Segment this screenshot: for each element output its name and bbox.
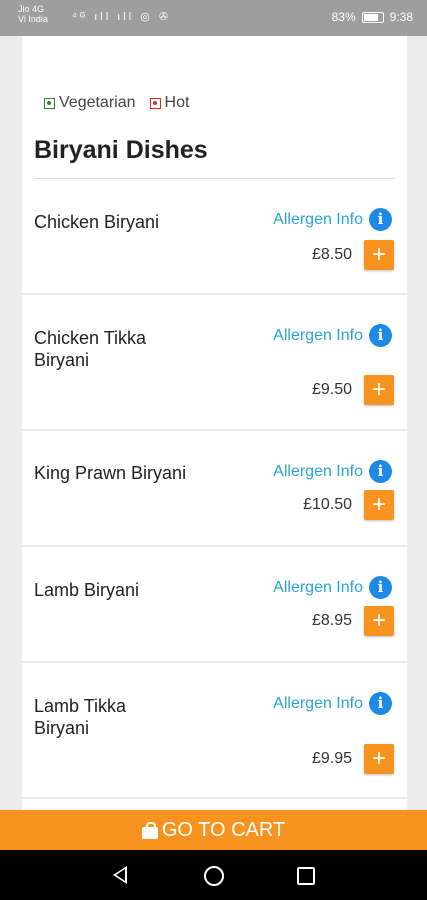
clock: 9:38	[389, 10, 413, 24]
system-nav-bar	[0, 850, 427, 900]
back-icon[interactable]	[113, 866, 127, 884]
carrier-info: Jio 4G Vi India	[18, 4, 48, 24]
battery-percent: 83%	[331, 10, 356, 24]
info-icon[interactable]: i	[369, 576, 392, 599]
add-to-cart-button[interactable]: +	[364, 375, 394, 405]
recents-icon[interactable]	[297, 867, 315, 885]
add-to-cart-button[interactable]: +	[364, 240, 394, 270]
go-to-cart-label[interactable]: GO TO CART	[162, 819, 285, 842]
info-icon[interactable]: i	[369, 324, 392, 347]
item-name: Lamb Biryani	[34, 580, 140, 600]
go-to-cart-button[interactable]: GO TO CART	[0, 810, 427, 850]
allergen-info-link[interactable]: Allergen Info i	[273, 460, 392, 483]
item-price: £9.50	[311, 381, 352, 398]
allergen-info-link[interactable]: Allergen Info i	[273, 208, 392, 231]
item-price: £8.95	[311, 612, 352, 629]
hot-label: Hot	[164, 94, 190, 111]
carrier-secondary: Vi India	[18, 14, 48, 24]
carrier-primary: Jio 4G	[18, 4, 45, 14]
add-to-cart-button[interactable]: +	[364, 744, 394, 774]
price-row: £9.95 +	[312, 744, 394, 774]
item-name: Chicken Tikka Biryani	[34, 328, 147, 370]
section-title: Biryani Dishes	[34, 136, 208, 164]
menu-card: Vegetarian Hot Biryani Dishes Chicken Bi…	[22, 36, 407, 816]
info-icon[interactable]: i	[369, 460, 392, 483]
price-row: £8.95 +	[312, 606, 394, 636]
menu-item: Lamb Biryani Allergen Info i £8.95 +	[22, 547, 407, 663]
item-name: Chicken Biryani	[34, 212, 160, 232]
legend-hot: Hot	[149, 94, 190, 112]
allergen-info-link[interactable]: Allergen Info i	[273, 576, 392, 599]
battery-icon	[361, 11, 384, 23]
menu-item: Chicken Tikka Biryani Allergen Info i £9…	[22, 295, 407, 431]
home-icon[interactable]	[204, 866, 224, 886]
allergen-label[interactable]: Allergen Info	[273, 695, 363, 713]
price-row: £10.50 +	[303, 490, 394, 520]
vegetarian-label: Vegetarian	[59, 94, 136, 111]
item-price: £8.50	[311, 246, 352, 263]
status-bar: Jio 4G Vi India ⁴ᴳ ıll ıll ◎ ✇ 83% 9:38	[0, 0, 427, 36]
item-price: £9.95	[311, 750, 352, 767]
info-icon[interactable]: i	[369, 692, 392, 715]
allergen-info-link[interactable]: Allergen Info i	[273, 692, 392, 715]
info-icon[interactable]: i	[369, 208, 392, 231]
add-to-cart-button[interactable]: +	[364, 606, 394, 636]
menu-item: Chicken Biryani Allergen Info i £8.50 +	[22, 181, 407, 295]
hot-icon	[149, 97, 161, 109]
allergen-label[interactable]: Allergen Info	[273, 579, 363, 597]
diet-legend: Vegetarian Hot	[44, 94, 189, 112]
item-name: King Prawn Biryani	[34, 463, 187, 483]
menu-item: Lamb Tikka Biryani Allergen Info i £9.95…	[22, 663, 407, 799]
allergen-label[interactable]: Allergen Info	[273, 327, 363, 345]
allergen-info-link[interactable]: Allergen Info i	[273, 324, 392, 347]
item-price: £10.50	[303, 496, 352, 513]
legend-vegetarian: Vegetarian	[44, 94, 136, 112]
shopping-bag-icon	[141, 821, 158, 839]
allergen-label[interactable]: Allergen Info	[273, 211, 363, 229]
signal-icons: ⁴ᴳ ıll ıll ◎ ✇	[72, 11, 172, 23]
price-row: £9.50 +	[312, 375, 394, 405]
price-row: £8.50 +	[312, 240, 394, 270]
vegetarian-icon	[44, 97, 55, 109]
status-right: 83% 9:38	[332, 10, 413, 24]
allergen-label[interactable]: Allergen Info	[273, 463, 363, 481]
add-to-cart-button[interactable]: +	[364, 490, 394, 520]
menu-item: King Prawn Biryani Allergen Info i £10.5…	[22, 431, 407, 547]
divider	[34, 178, 395, 179]
item-name: Lamb Tikka Biryani	[34, 696, 127, 738]
